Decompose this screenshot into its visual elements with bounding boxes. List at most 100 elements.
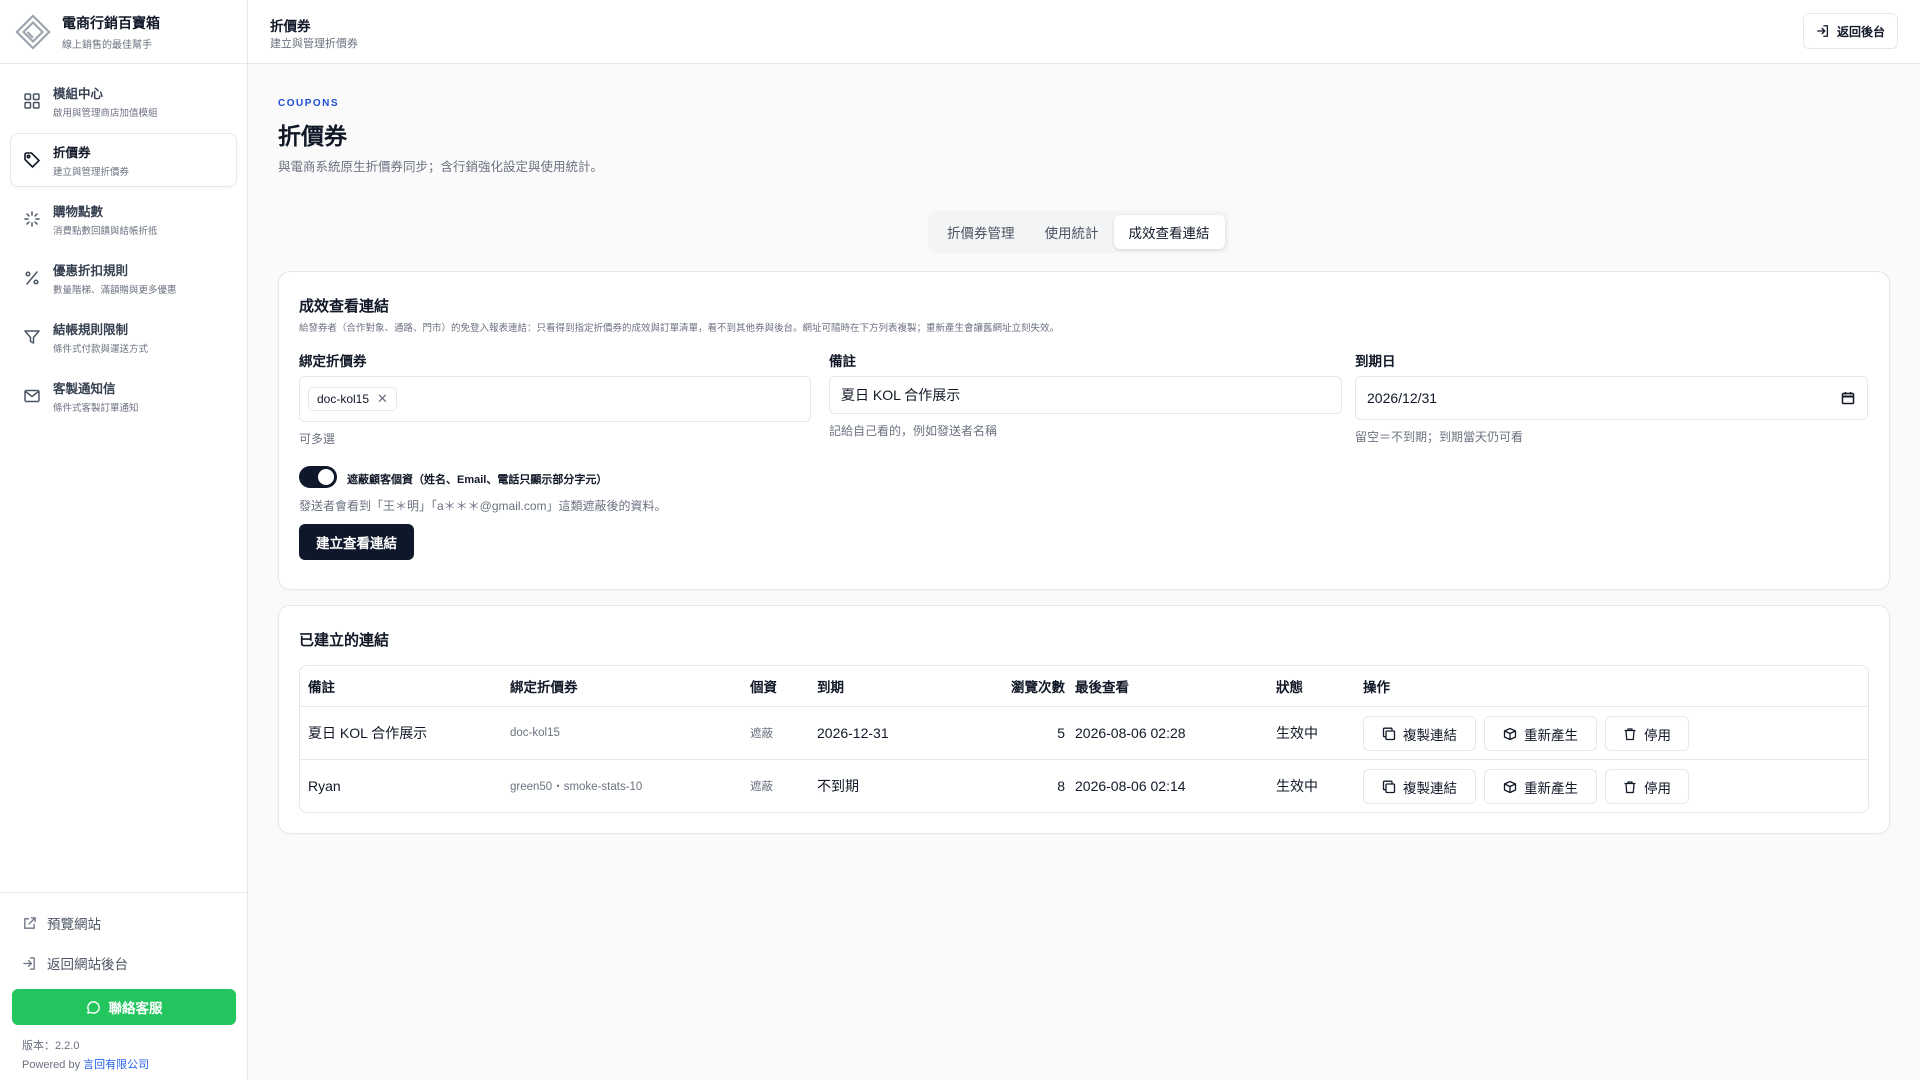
coupon-chip: doc-kol15 ✕: [308, 387, 397, 411]
calendar-icon[interactable]: [1841, 391, 1855, 405]
sidebar-item-modules[interactable]: 模組中心啟用與管理商店加值模組: [10, 74, 237, 128]
disable-button[interactable]: 停用: [1605, 769, 1689, 804]
note-input[interactable]: 夏日 KOL 合作展示: [829, 376, 1342, 414]
mask-pii-label: 遮蔽顧客個資（姓名、Email、電話只顯示部分字元）: [347, 474, 608, 486]
tab-performance-links[interactable]: 成效查看連結: [1113, 215, 1225, 249]
create-link-card: 成效查看連結 給發券者（合作對象、通路、門市）的免登入報表連結：只看得到指定折價…: [278, 271, 1890, 590]
row-status: 生效中: [1276, 778, 1318, 794]
row-note: 夏日 KOL 合作展示: [308, 725, 428, 741]
page-description: 與電商系統原生折價券同步；含行銷強化設定與使用統計。: [278, 160, 604, 174]
sidebar-item-label: 結帳規則限制: [53, 323, 129, 337]
row-views: 5: [1057, 725, 1065, 741]
toggle-knob: [318, 469, 334, 485]
copy-link-label: 複製連結: [1403, 727, 1457, 743]
version-text: 版本：2.2.0: [22, 1040, 80, 1052]
tab-bar: 折價券管理 使用統計 成效查看連結: [928, 211, 1229, 253]
powered-by-prefix: Powered by: [22, 1059, 81, 1071]
sign-in-icon: [23, 956, 35, 970]
box-icon: [1503, 727, 1517, 740]
topbar-subtitle: 建立與管理折價券: [270, 38, 358, 50]
header-note: 備註: [308, 680, 335, 695]
trash-icon: [1624, 727, 1636, 740]
header-coupons: 綁定折價券: [510, 680, 578, 695]
regenerate-label: 重新產生: [1524, 727, 1578, 743]
tab-usage-stats[interactable]: 使用統計: [1030, 215, 1114, 249]
table-header-row: 備註 綁定折價券 個資 到期 瀏覽次數 最後查看 狀態 操作: [300, 666, 1868, 706]
header-privacy: 個資: [750, 680, 777, 695]
sidebar-item-desc: 消費點數回饋與結帳折抵: [53, 226, 158, 237]
topbar-title: 折價券: [270, 19, 311, 34]
contact-support-button[interactable]: 聯絡客服: [12, 989, 236, 1025]
row-note: Ryan: [308, 778, 341, 794]
back-to-admin-button[interactable]: 返回後台: [1802, 13, 1898, 49]
sidebar-item-desc: 啟用與管理商店加值模組: [53, 108, 158, 119]
preview-site-label: 預覽網站: [47, 917, 101, 932]
row-views: 8: [1057, 778, 1065, 794]
note-help: 記給自己看的，例如發送者名稱: [829, 424, 998, 438]
row-status: 生效中: [1276, 725, 1318, 741]
brand: 電商行銷百寶箱 線上銷售的最佳幫手: [0, 0, 247, 64]
contact-support-label: 聯絡客服: [108, 1001, 163, 1016]
chat-icon: [86, 1000, 100, 1014]
row-expiry: 不到期: [817, 778, 859, 794]
back-to-site-admin-link[interactable]: 返回網站後台: [12, 943, 236, 983]
sidebar-item-desc: 條件式付款與運送方式: [53, 344, 149, 355]
sidebar-footer: 預覽網站 返回網站後台 聯絡客服 版本：2.2.0 Powered by 言回有…: [0, 892, 248, 1080]
grid-icon: [23, 92, 41, 110]
sidebar-item-checkout-rules[interactable]: 結帳規則限制條件式付款與運送方式: [10, 310, 237, 364]
expiry-date-input[interactable]: 2026/12/31: [1355, 376, 1868, 420]
topbar: 折價券 建立與管理折價券 返回後台: [248, 0, 1920, 64]
table-row: 夏日 KOL 合作展示 doc-kol15 遮蔽 2026-12-31 5 20…: [300, 706, 1868, 759]
header-views: 瀏覽次數: [1011, 680, 1065, 695]
disable-label: 停用: [1644, 780, 1671, 796]
links-list-title: 已建立的連結: [299, 632, 390, 649]
company-link[interactable]: 言回有限公司: [83, 1059, 149, 1071]
create-link-title: 成效查看連結: [299, 298, 390, 315]
sidebar-item-label: 優惠折扣規則: [53, 264, 129, 278]
mask-pii-toggle[interactable]: [299, 466, 337, 488]
row-coupons: green50・smoke-stats-10: [510, 781, 643, 793]
mask-pii-help: 發送者會看到「王＊明」「a＊＊＊@gmail.com」這類遮蔽後的資料。: [299, 499, 667, 513]
copy-link-label: 複製連結: [1403, 780, 1457, 796]
row-expiry: 2026-12-31: [817, 725, 889, 741]
header-status: 狀態: [1276, 680, 1303, 695]
sidebar-item-coupons[interactable]: 折價券 建立與管理折價券: [10, 133, 237, 187]
sidebar-item-label: 模組中心: [53, 87, 104, 101]
create-link-description: 給發券者（合作對象、通路、門市）的免登入報表連結：只看得到指定折價券的成效與訂單…: [299, 323, 1060, 334]
copy-link-button[interactable]: 複製連結: [1363, 716, 1476, 751]
sidebar-item-notifications[interactable]: 客製通知信條件式客製訂單通知: [10, 369, 237, 423]
copy-link-button[interactable]: 複製連結: [1363, 769, 1476, 804]
sidebar-item-discount-rules[interactable]: 優惠折扣規則數量階梯、滿額贈與更多優惠: [10, 251, 237, 305]
row-coupons: doc-kol15: [510, 727, 560, 739]
regenerate-button[interactable]: 重新產生: [1484, 716, 1597, 751]
trash-icon: [1624, 780, 1636, 793]
sparkle-icon: [23, 210, 41, 228]
note-input-value: 夏日 KOL 合作展示: [841, 387, 961, 403]
row-last-viewed: 2026-08-06 02:14: [1075, 778, 1186, 794]
links-list-card: 已建立的連結 備註 綁定折價券 個資 到期 瀏覽次數 最後查看 狀態 操作 夏日…: [278, 605, 1890, 834]
copy-icon: [1382, 727, 1396, 740]
create-link-button[interactable]: 建立查看連結: [299, 524, 414, 560]
disable-label: 停用: [1644, 727, 1671, 743]
sidebar-item-label: 客製通知信: [53, 382, 116, 396]
regenerate-button[interactable]: 重新產生: [1484, 769, 1597, 804]
sidebar-item-desc: 條件式客製訂單通知: [53, 403, 139, 414]
brand-subtitle: 線上銷售的最佳幫手: [62, 39, 152, 51]
sidebar: 電商行銷百寶箱 線上銷售的最佳幫手 模組中心啟用與管理商店加值模組 折價券 建立與…: [0, 0, 248, 1080]
back-to-site-admin-label: 返回網站後台: [47, 957, 128, 972]
coupon-chip-label: doc-kol15: [317, 392, 370, 406]
disable-button[interactable]: 停用: [1605, 716, 1689, 751]
coupon-multiselect[interactable]: doc-kol15 ✕: [299, 376, 811, 422]
tab-coupon-management[interactable]: 折價券管理: [932, 215, 1030, 249]
percent-icon: [23, 269, 41, 287]
sidebar-item-desc: 建立與管理折價券: [53, 167, 130, 178]
page-eyebrow: COUPONS: [278, 98, 340, 109]
box-icon: [1503, 780, 1517, 793]
remove-chip-icon[interactable]: ✕: [377, 391, 388, 407]
sidebar-item-points[interactable]: 購物點數 消費點數回饋與結帳折抵: [10, 192, 237, 246]
preview-site-link[interactable]: 預覽網站: [12, 903, 236, 943]
brand-title: 電商行銷百寶箱: [62, 14, 160, 31]
sidebar-item-desc: 數量階梯、滿額贈與更多優惠: [53, 285, 177, 296]
powered-by: Powered by 言回有限公司: [12, 1056, 236, 1072]
page-title: 折價券: [278, 123, 347, 149]
